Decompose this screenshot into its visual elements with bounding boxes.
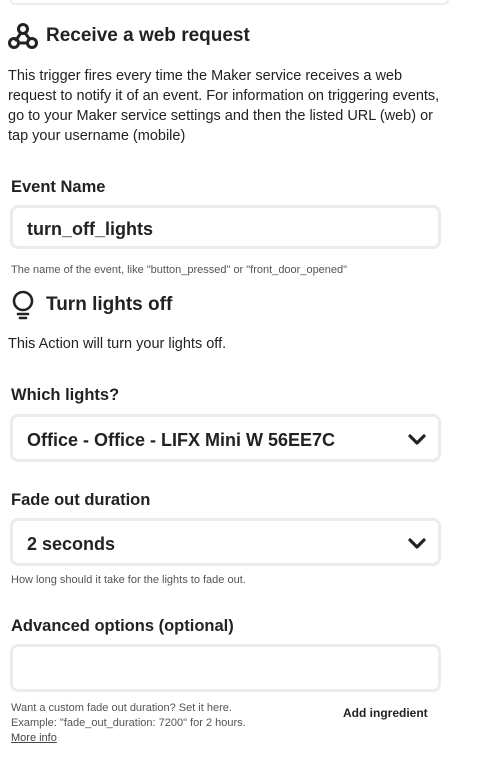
add-ingredient-button[interactable]: Add ingredient <box>343 706 428 720</box>
trigger-title: Receive a web request <box>46 25 250 46</box>
action-description: This Action will turn your lights off. <box>8 336 227 352</box>
more-info-link[interactable]: More info <box>11 731 57 745</box>
advanced-help-line1: Want a custom fade out duration? Set it … <box>11 702 232 714</box>
webhooks-icon <box>8 21 38 51</box>
event-name-help: The name of the event, like "button_pres… <box>11 264 348 276</box>
fade-out-select[interactable]: 2 seconds <box>10 518 441 566</box>
trigger-description: This trigger fires every time the Maker … <box>8 68 440 144</box>
event-name-label: Event Name <box>11 178 106 196</box>
advanced-options-label: Advanced options (optional) <box>11 617 234 635</box>
fade-out-label: Fade out duration <box>11 491 151 509</box>
lightbulb-icon <box>8 290 38 320</box>
chevron-down-icon <box>408 537 426 551</box>
chevron-down-icon <box>408 433 426 447</box>
which-lights-value: Office - Office - LIFX Mini W 56EE7C <box>27 430 336 450</box>
advanced-help-line2: Example: "fade_out_duration: 7200" for 2… <box>11 717 246 729</box>
previous-section-edge <box>10 0 449 5</box>
which-lights-label: Which lights? <box>11 386 120 404</box>
event-name-value: turn_off_lights <box>27 219 153 239</box>
trigger-header: Receive a web request <box>8 21 250 51</box>
fade-out-value: 2 seconds <box>27 534 116 554</box>
event-name-field[interactable]: turn_off_lights <box>10 205 441 249</box>
action-header: Turn lights off <box>8 290 172 320</box>
which-lights-select[interactable]: Office - Office - LIFX Mini W 56EE7C <box>10 414 441 462</box>
action-title: Turn lights off <box>46 294 173 315</box>
fade-out-help: How long should it take for the lights t… <box>11 574 246 586</box>
advanced-options-input[interactable] <box>10 644 441 692</box>
applet-config-page: Receive a web request This trigger fires… <box>0 0 482 768</box>
